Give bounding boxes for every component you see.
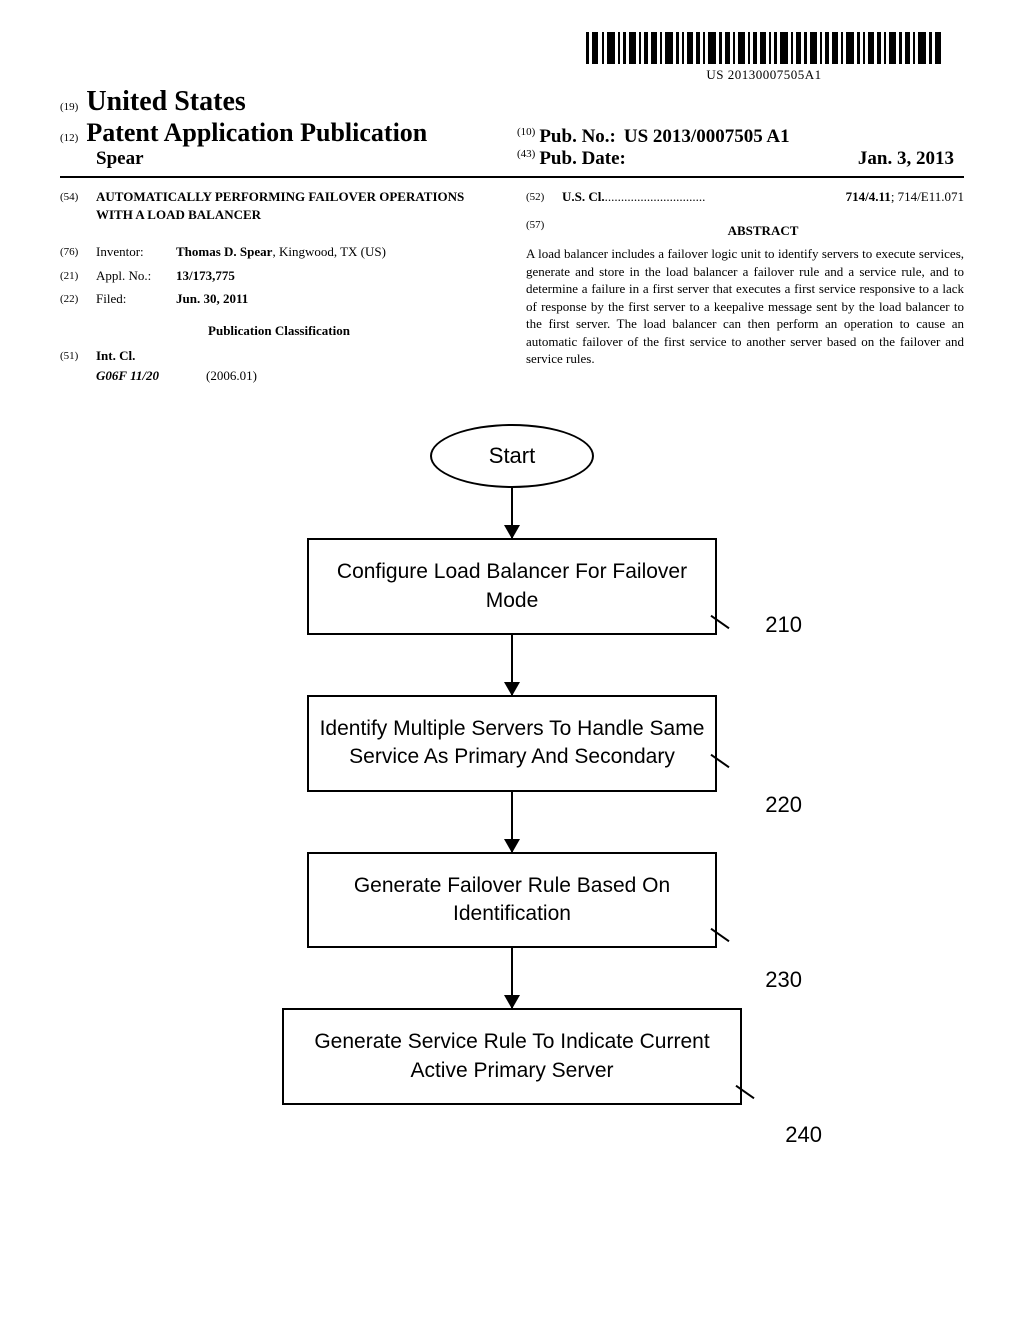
left-col: (54) AUTOMATICALLY PERFORMING FAILOVER O…	[60, 188, 498, 384]
barcode-text: US 20130007505A1	[584, 67, 944, 83]
pub-no: US 2013/0007505 A1	[624, 126, 790, 148]
flow-ref-230: 230	[765, 967, 802, 993]
abstract-head: ABSTRACT	[562, 222, 964, 240]
uscl-tail: ; 714/E11.071	[891, 189, 964, 204]
flow-box-240-text: Generate Service Rule To Indicate Curren…	[314, 1030, 709, 1081]
inventor-label: Inventor:	[96, 243, 176, 261]
flow-arrow-2	[511, 635, 513, 695]
flow-arrow-4	[511, 948, 513, 1008]
flowchart: Start Configure Load Balancer For Failov…	[232, 424, 792, 1105]
flow-box-240: Generate Service Rule To Indicate Curren…	[282, 1008, 742, 1105]
pub-date: Jan. 3, 2013	[858, 148, 964, 170]
flow-box-220: Identify Multiple Servers To Handle Same…	[307, 695, 717, 792]
field-num-57: (57)	[526, 216, 562, 246]
flow-ref-240: 240	[785, 1122, 822, 1148]
pub-class-head: Publication Classification	[60, 322, 498, 340]
field-num-19: (19)	[60, 101, 78, 113]
uscl-value: 714/4.11; 714/E11.071	[846, 188, 964, 206]
flow-tick-230	[709, 928, 737, 956]
intcl-version: (2006.01)	[206, 367, 257, 385]
flow-box-230: Generate Failover Rule Based On Identifi…	[307, 852, 717, 949]
inventor-header: Spear	[96, 148, 507, 170]
appl-no-row: (21) Appl. No.: 13/173,775	[60, 267, 498, 285]
biblio: (54) AUTOMATICALLY PERFORMING FAILOVER O…	[60, 188, 964, 384]
intcl-label: Int. Cl.	[96, 347, 498, 365]
appl-no-value: 13/173,775	[176, 267, 498, 285]
field-num-54: (54)	[60, 188, 96, 237]
right-col: (52) U.S. Cl. ..........................…	[526, 188, 964, 384]
uscl-label: U.S. Cl.	[562, 188, 605, 206]
invention-title: AUTOMATICALLY PERFORMING FAILOVER OPERAT…	[96, 188, 498, 223]
filed-row: (22) Filed: Jun. 30, 2011	[60, 290, 498, 308]
appl-no-text: 13/173,775	[176, 268, 235, 283]
flow-start: Start	[430, 424, 594, 488]
header-left: (19) United States (12) Patent Applicati…	[60, 86, 507, 170]
flow-box-220-text: Identify Multiple Servers To Handle Same…	[320, 717, 705, 768]
inventor-name: Thomas D. Spear	[176, 244, 272, 259]
field-num-51: (51)	[60, 347, 96, 365]
inventor-value: Thomas D. Spear, Kingwood, TX (US)	[176, 243, 498, 261]
field-num-76: (76)	[60, 243, 96, 261]
flow-tick-210	[709, 615, 737, 643]
flow-ref-220: 220	[765, 792, 802, 818]
intcl-row: (51) Int. Cl.	[60, 347, 498, 365]
header: (19) United States (12) Patent Applicati…	[60, 86, 964, 178]
pub-date-row: (43) Pub. Date: Jan. 3, 2013	[517, 148, 964, 170]
pub-date-label: Pub. Date:	[539, 148, 626, 170]
field-num-22: (22)	[60, 290, 96, 308]
barcode-svg	[584, 30, 944, 66]
patent-page: US 20130007505A1 (19) United States (12)…	[0, 0, 1024, 1145]
uscl-bold: 714/4.11	[846, 189, 891, 204]
abstract-head-row: (57) ABSTRACT	[526, 216, 964, 246]
filed-value: Jun. 30, 2011	[176, 290, 498, 308]
title-row: (54) AUTOMATICALLY PERFORMING FAILOVER O…	[60, 188, 498, 237]
field-num-43: (43)	[517, 148, 535, 170]
intcl-code-row: G06F 11/20 (2006.01)	[60, 367, 498, 385]
field-num-21: (21)	[60, 267, 96, 285]
country-line: (19) United States	[60, 86, 507, 118]
field-num-52: (52)	[526, 188, 562, 206]
field-num-12: (12)	[60, 132, 78, 144]
uscl-dots: ...............................	[605, 188, 846, 206]
appl-no-label: Appl. No.:	[96, 267, 176, 285]
flow-start-label: Start	[489, 443, 535, 469]
flow-box-230-text: Generate Failover Rule Based On Identifi…	[354, 874, 670, 925]
intcl-label-text: Int. Cl.	[96, 348, 135, 363]
pub-type: Patent Application Publication	[86, 118, 427, 147]
pub-type-line: (12) Patent Application Publication	[60, 118, 507, 148]
uscl-row: (52) U.S. Cl. ..........................…	[526, 188, 964, 206]
flow-arrow-3	[511, 792, 513, 852]
inventor-loc: , Kingwood, TX (US)	[272, 244, 386, 259]
intcl-code: G06F 11/20	[96, 367, 206, 385]
inventor-row: (76) Inventor: Thomas D. Spear, Kingwood…	[60, 243, 498, 261]
barcode: US 20130007505A1	[584, 30, 944, 83]
flow-tick-220	[709, 754, 737, 782]
pub-no-label: Pub. No.:	[539, 126, 616, 148]
flow-ref-210: 210	[765, 612, 802, 638]
barcode-area: US 20130007505A1	[60, 30, 964, 84]
flow-tick-240	[734, 1085, 762, 1113]
filed-label: Filed:	[96, 290, 176, 308]
pub-no-row: (10) Pub. No.: US 2013/0007505 A1	[517, 126, 964, 148]
country: United States	[86, 86, 245, 117]
uscl-label-text: U.S. Cl.	[562, 189, 605, 204]
flow-box-210-text: Configure Load Balancer For Failover Mod…	[337, 560, 687, 611]
abstract-body: A load balancer includes a failover logi…	[526, 245, 964, 368]
header-right: (10) Pub. No.: US 2013/0007505 A1 (43) P…	[507, 126, 964, 170]
flow-arrow-1	[511, 488, 513, 538]
flow-box-210: Configure Load Balancer For Failover Mod…	[307, 538, 717, 635]
field-num-10: (10)	[517, 126, 535, 148]
filed-text: Jun. 30, 2011	[176, 291, 248, 306]
